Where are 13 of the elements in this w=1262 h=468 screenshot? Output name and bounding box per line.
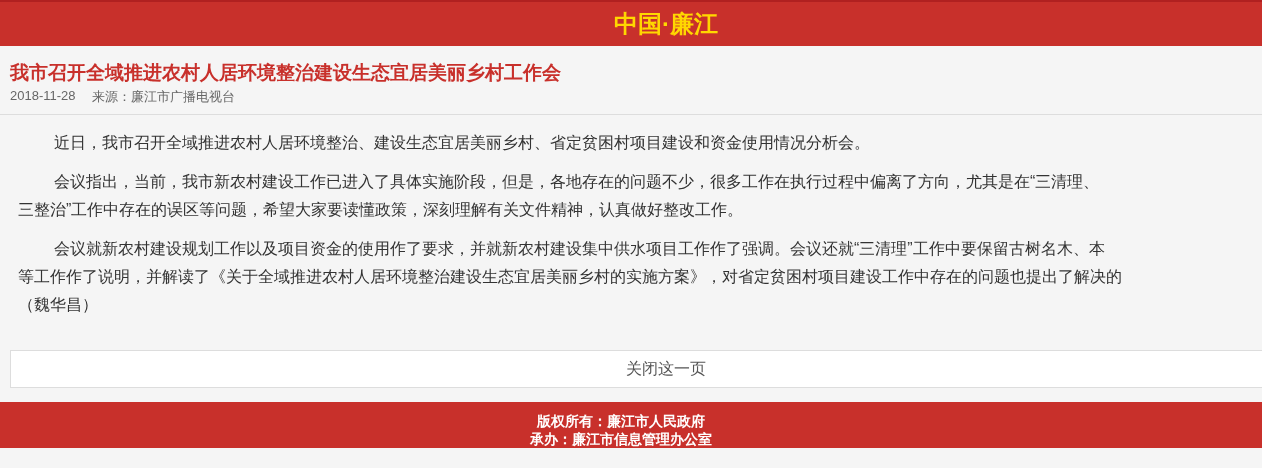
close-page-button[interactable]: 关闭这一页 xyxy=(10,350,1262,388)
article-title: 我市召开全域推进农村人居环境整治建设生态宜居美丽乡村工作会 xyxy=(10,61,562,85)
paragraph-line: 三整治”工作中存在的误区等问题，希望大家要读懂政策，深刻理解有关文件精神，认真做好整改工作。 xyxy=(18,200,745,220)
footer-text: 版权所有：廉江市人民政府 xyxy=(536,412,706,430)
paragraph-line: （魏华昌） xyxy=(18,295,99,315)
paragraph-line: 近日，我市召开全域推进农村人居环境整治、建设生态宜居美丽乡村、省定贫困村项目建设和资金使用情况分析会。 xyxy=(53,133,871,153)
article-source: 来源：廉江市广播电视台 xyxy=(91,88,235,106)
paragraph-line: 等工作作了说明，并解读了《关于全域推进农村人居环境整治建设生态宜居美丽乡村的实施方案》，对省定贫困村项目建设工作中存在的问题也提出了解决的 xyxy=(18,267,1123,287)
footer-text: 承办：廉江市信息管理办公室 xyxy=(529,430,713,448)
article-date: 2018-11-28 xyxy=(10,88,76,105)
paragraph-line: 会议指出，当前，我市新农村建设工作已进入了具体实施阶段，但是，各地存在的问题不少，很多工作在执行过程中偏离了方向，尤其是在“三清理、 xyxy=(53,172,1101,192)
paragraph-line: 会议就新农村建设规划工作以及项目资金的使用作了要求，并就新农村建设集中供水项目工作作了强调。会议还就“三清理”工作中要保留古树名木、本 xyxy=(53,239,1106,259)
site-logo: 中国·廉江 xyxy=(613,9,718,39)
